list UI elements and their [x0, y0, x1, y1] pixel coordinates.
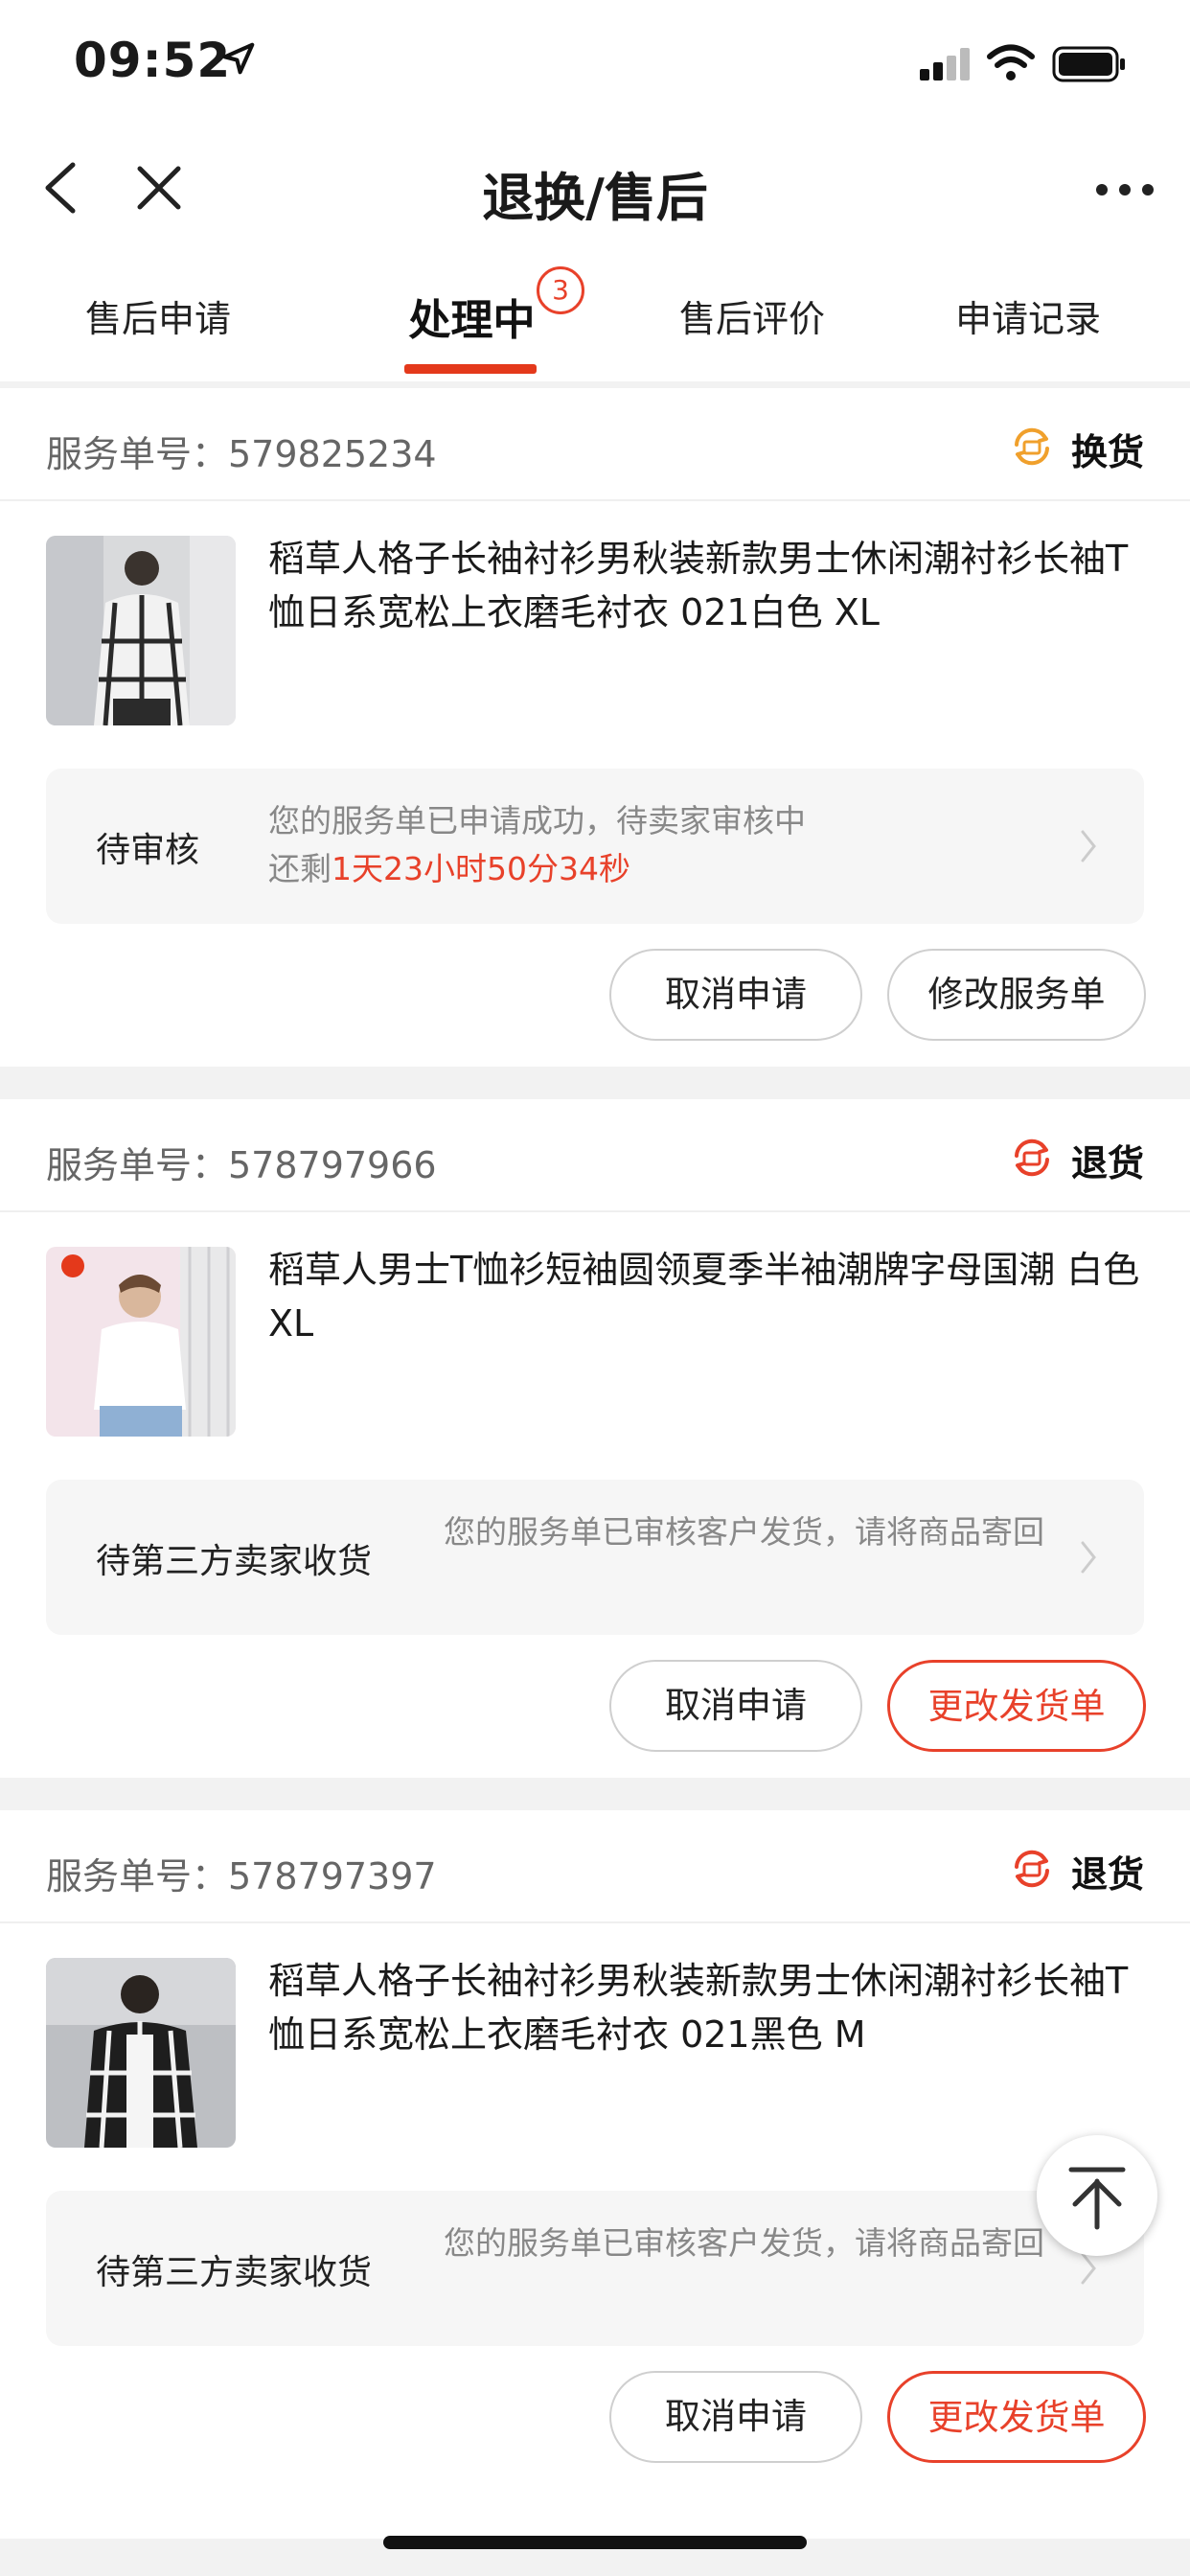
- service-card: 服务单号：578797966 退货 稻草人男士T恤衫短袖圆领夏季半袖潮牌字母国潮…: [0, 1099, 1190, 1778]
- change-shipping-order-button[interactable]: 更改发货单: [887, 1660, 1146, 1752]
- product-image[interactable]: [46, 1247, 236, 1437]
- status-message: 您的服务单已申请成功，待卖家审核中 还剩1天23小时50分34秒: [268, 797, 881, 893]
- cancel-application-button[interactable]: 取消申请: [609, 2371, 862, 2463]
- more-icon[interactable]: [1094, 182, 1156, 197]
- return-icon: [1015, 1850, 1049, 1888]
- change-shipping-order-button[interactable]: 更改发货单: [887, 2371, 1146, 2463]
- cancel-application-button[interactable]: 取消申请: [609, 1660, 862, 1752]
- status-label: 待审核: [96, 831, 200, 870]
- page-title: 退换/售后: [482, 168, 708, 228]
- status-time: 09:52: [74, 33, 232, 88]
- service-card: 服务单号：579825234 换货 稻草人格子长袖衬衫男秋装新款男士休闲潮衬衫长…: [0, 388, 1190, 1067]
- wifi-icon: [987, 44, 1035, 80]
- home-indicator: [383, 2536, 807, 2549]
- divider: [0, 1921, 1190, 1923]
- product-image[interactable]: [46, 1958, 236, 2148]
- battery-icon: [1052, 46, 1125, 82]
- signal-icon: [920, 48, 970, 80]
- status-label: 待第三方卖家收货: [96, 1542, 373, 1581]
- status-label: 待第三方卖家收货: [96, 2253, 373, 2292]
- product-title[interactable]: 稻草人格子长袖衬衫男秋装新款男士休闲潮衬衫长袖T恤日系宽松上衣磨毛衬衣 021白…: [268, 532, 1146, 639]
- product-title[interactable]: 稻草人男士T恤衫短袖圆领夏季半袖潮牌字母国潮 白色 XL: [268, 1243, 1146, 1350]
- service-card: 服务单号：578797397 退货 稻草人格子长袖衬衫男秋装新款男士休闲潮衬衫长…: [0, 1810, 1190, 2539]
- status-panel[interactable]: 待第三方卖家收货 您的服务单已审核客户发货，请将商品寄回: [46, 2191, 1144, 2346]
- return-icon: [1015, 1138, 1049, 1177]
- cancel-application-button[interactable]: 取消申请: [609, 949, 862, 1041]
- service-type-label: 退货: [1070, 1142, 1144, 1184]
- active-tab-indicator: [404, 364, 537, 374]
- remaining-time: 还剩1天23小时50分34秒: [268, 845, 881, 893]
- service-type-label: 换货: [1070, 431, 1144, 473]
- product-image[interactable]: [46, 536, 236, 725]
- countdown: 1天23小时50分34秒: [332, 850, 630, 887]
- exchange-icon: [1015, 427, 1049, 466]
- back-to-top-icon: [1068, 2167, 1126, 2230]
- status-message: 您的服务单已审核客户发货，请将商品寄回: [444, 1513, 1044, 1551]
- service-number: 服务单号：578797966: [46, 1144, 437, 1186]
- service-number: 服务单号：579825234: [46, 433, 437, 475]
- status-panel[interactable]: 待审核 您的服务单已申请成功，待卖家审核中 还剩1天23小时50分34秒: [46, 769, 1144, 924]
- status-panel[interactable]: 待第三方卖家收货 您的服务单已审核客户发货，请将商品寄回: [46, 1480, 1144, 1635]
- status-message: 您的服务单已审核客户发货，请将商品寄回: [444, 2224, 1044, 2262]
- divider: [0, 1210, 1190, 1212]
- tab-application-records[interactable]: 申请记录: [927, 289, 1129, 343]
- service-type-label: 退货: [1070, 1853, 1144, 1896]
- back-to-top-button[interactable]: [1037, 2135, 1157, 2256]
- tab-after-sales-apply[interactable]: 售后申请: [57, 289, 259, 343]
- location-icon: [222, 42, 255, 75]
- header: 09:52 退换/售后 售后申请 处理中 3 售后评价 申请记录: [0, 0, 1190, 381]
- chevron-right-icon: [1081, 830, 1096, 862]
- tab-after-sales-review[interactable]: 售后评价: [652, 289, 853, 343]
- chevron-right-icon: [1081, 1541, 1096, 1574]
- product-title[interactable]: 稻草人格子长袖衬衫男秋装新款男士休闲潮衬衫长袖T恤日系宽松上衣磨毛衬衣 021黑…: [268, 1954, 1146, 2061]
- remaining-prefix: 还剩: [268, 850, 332, 887]
- tab-processing[interactable]: 处理中: [393, 286, 551, 345]
- modify-service-order-button[interactable]: 修改服务单: [887, 949, 1146, 1041]
- status-message-text: 您的服务单已申请成功，待卖家审核中: [268, 802, 806, 840]
- processing-count-badge: 3: [537, 266, 584, 314]
- service-number: 服务单号：578797397: [46, 1855, 437, 1898]
- divider: [0, 499, 1190, 501]
